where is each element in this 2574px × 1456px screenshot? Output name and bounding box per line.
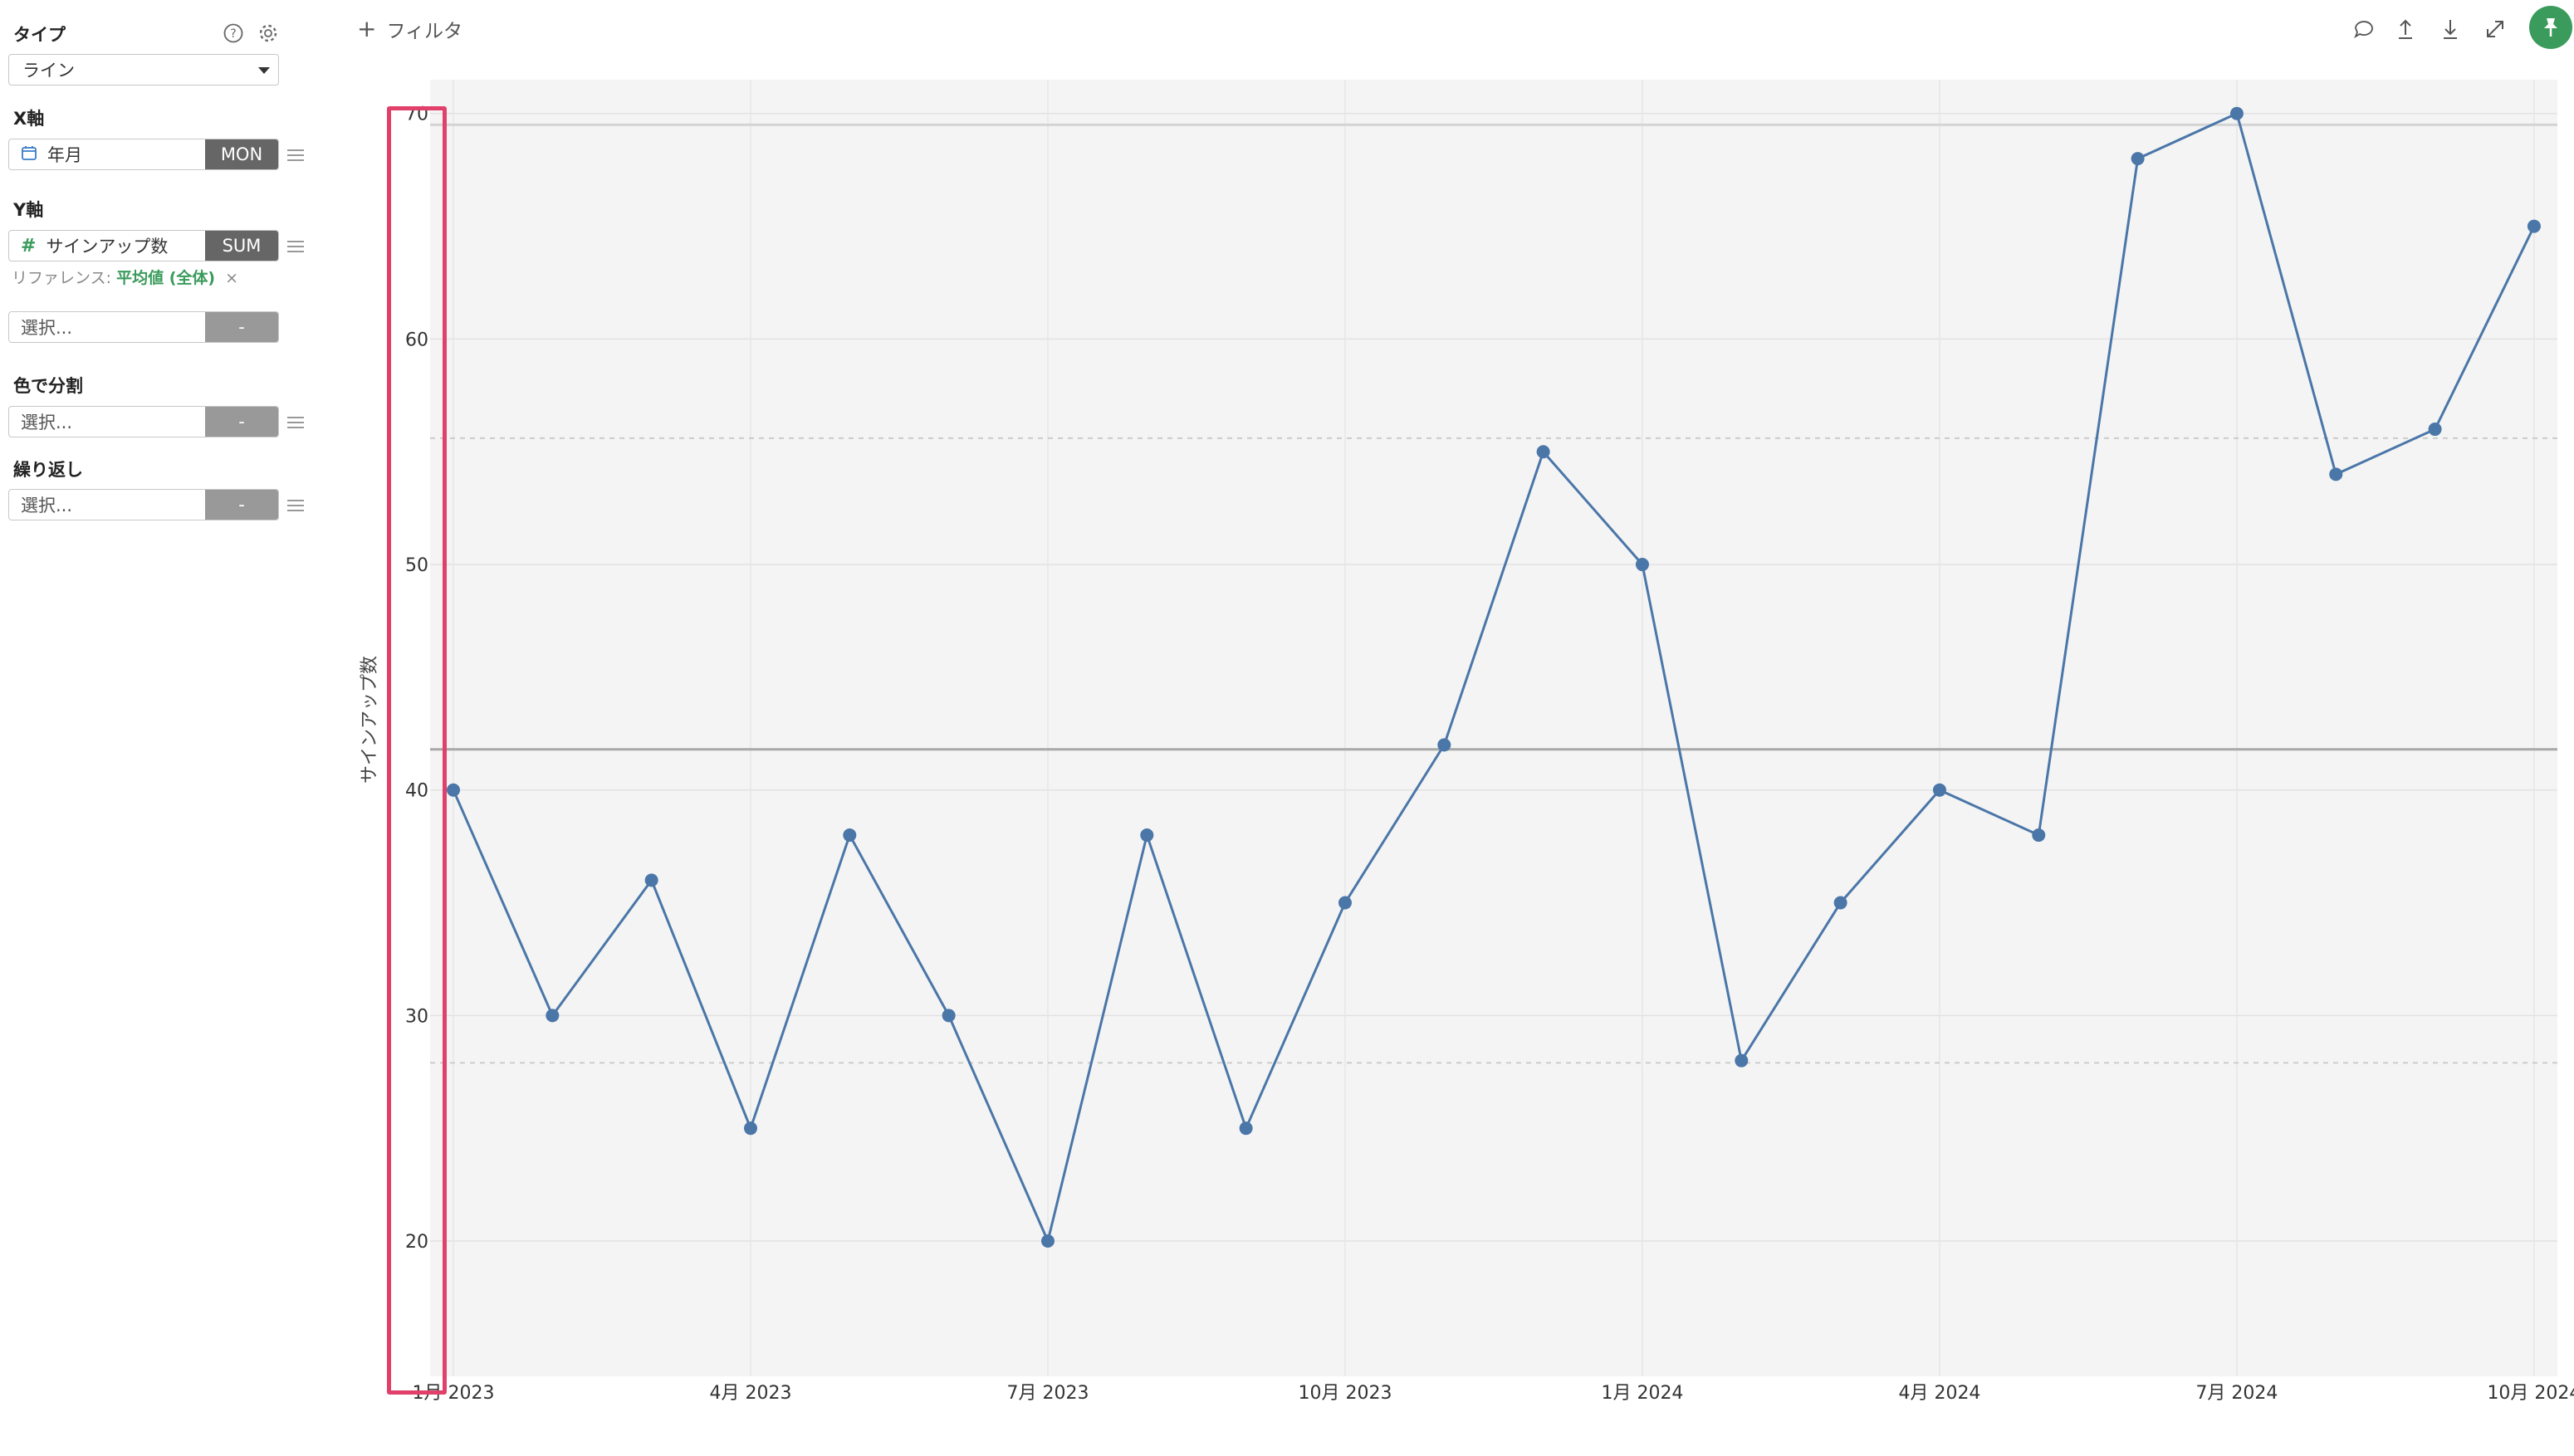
data-point: [1536, 445, 1550, 459]
data-point: [1932, 783, 1946, 797]
data-point: [2329, 467, 2343, 481]
data-point: [2032, 828, 2046, 843]
data-point: [1239, 1121, 1253, 1136]
data-point: [2131, 152, 2145, 166]
data-point: [644, 873, 658, 887]
x-tick-label: 10月 2023: [1298, 1383, 1392, 1404]
data-point: [1140, 828, 1154, 843]
data-point: [546, 1009, 560, 1023]
x-tick-label: 7月 2024: [2195, 1383, 2278, 1404]
data-point: [1338, 896, 1352, 910]
line-chart: 2030405060701月 2023 4月 2023 7月 2023 10月 202…: [360, 80, 2574, 1404]
data-point: [1833, 896, 1847, 910]
data-point: [1437, 738, 1451, 752]
y-axis-highlight-box: [387, 106, 447, 1395]
data-point: [743, 1121, 757, 1136]
data-point: [1635, 558, 1649, 572]
y-axis-title: サインアップ数: [360, 656, 380, 784]
x-tick-label: 1月 2024: [1601, 1383, 1683, 1404]
data-point: [1040, 1234, 1055, 1248]
plot-background: [430, 80, 2557, 1376]
x-tick-label: 7月 2023: [1006, 1383, 1089, 1404]
data-point: [2428, 423, 2442, 437]
x-tick-label: 10月 2024: [2487, 1383, 2574, 1404]
x-tick-label: 4月 2023: [709, 1383, 791, 1404]
data-point: [2527, 219, 2541, 233]
x-tick-label: 4月 2024: [1898, 1383, 1980, 1404]
data-point: [1735, 1053, 1749, 1068]
data-point: [2229, 106, 2244, 120]
data-point: [942, 1009, 956, 1023]
data-point: [843, 828, 857, 843]
data-point: [447, 783, 460, 797]
